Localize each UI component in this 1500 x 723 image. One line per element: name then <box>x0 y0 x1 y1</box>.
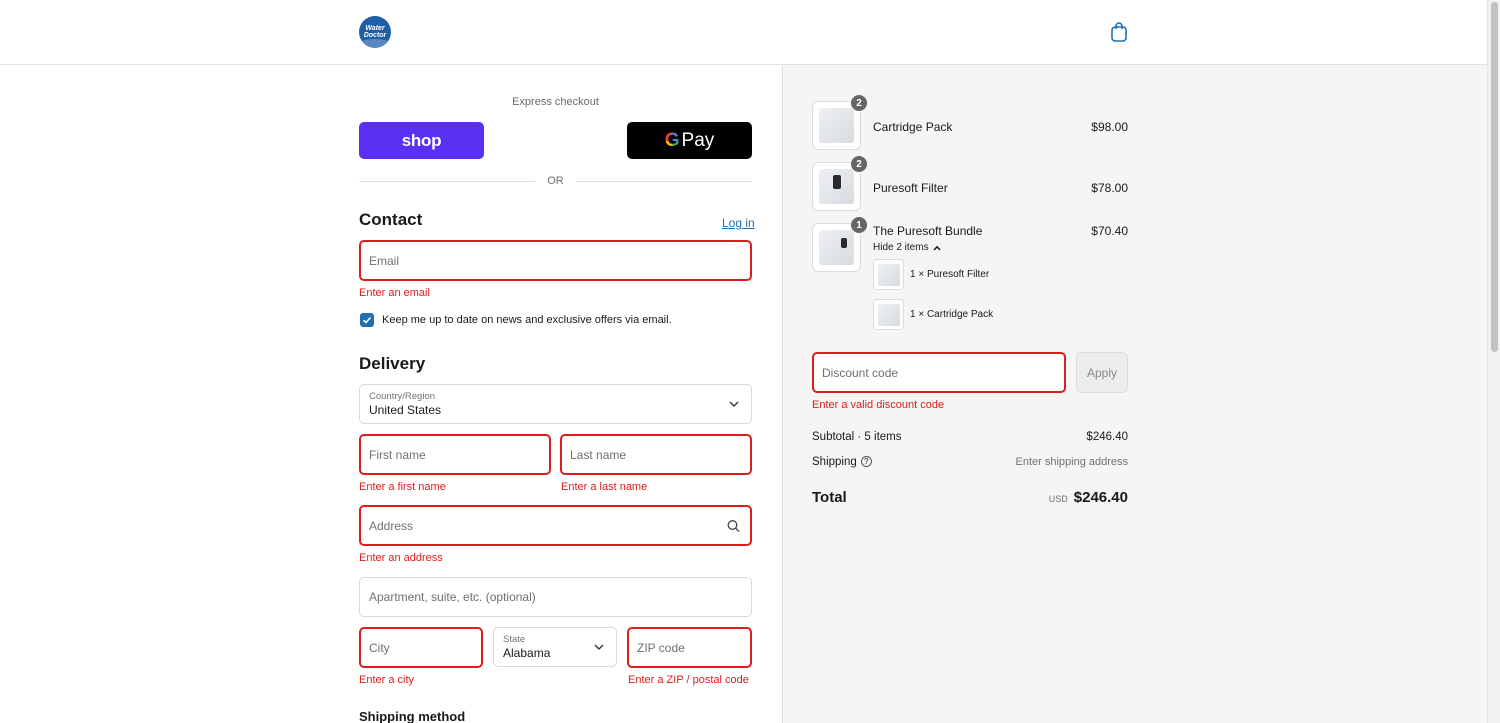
google-g-icon: G <box>664 129 680 151</box>
divider-line-left <box>359 180 536 182</box>
google-pay-button[interactable]: G Pay <box>627 122 752 159</box>
state-label: State <box>503 634 526 645</box>
city-field[interactable]: City <box>359 627 483 668</box>
shopping-bag-icon[interactable] <box>1109 21 1129 43</box>
item-name: The Puresoft Bundle <box>873 224 983 238</box>
state-select[interactable]: State Alabama <box>493 627 617 667</box>
total-amount-wrap: USD $246.40 <box>1049 489 1128 506</box>
discount-error: Enter a valid discount code <box>812 399 945 411</box>
shipping-value: Enter shipping address <box>1015 456 1128 468</box>
first-name-placeholder: First name <box>369 447 426 462</box>
bundle-item-thumbnail <box>873 259 904 290</box>
hide-items-label: Hide 2 items <box>873 242 929 253</box>
delivery-title: Delivery <box>359 354 426 373</box>
item-name: Cartridge Pack <box>873 120 953 134</box>
chevron-up-icon <box>933 245 941 251</box>
state-value: Alabama <box>503 646 551 660</box>
address-error: Enter an address <box>359 552 443 564</box>
chevron-down-icon <box>729 401 739 407</box>
help-circle-icon[interactable]: ? <box>860 456 872 468</box>
chevron-down-icon <box>594 644 604 650</box>
bundle-item-label: 1 × Puresoft Filter <box>910 269 990 280</box>
logo-wave <box>359 39 391 48</box>
country-value: United States <box>369 403 442 417</box>
item-price: $98.00 <box>1091 120 1128 134</box>
apply-discount-button[interactable]: Apply <box>1076 352 1128 393</box>
item-price: $78.00 <box>1091 181 1128 195</box>
contact-title: Contact <box>359 210 423 229</box>
country-select[interactable]: Country/Region United States <box>359 384 752 424</box>
or-label: OR <box>547 175 564 187</box>
first-name-error: Enter a first name <box>359 481 446 493</box>
subtotal-row: Subtotal · 5 items $246.40 <box>812 431 1128 443</box>
shipping-method-title: Shipping method <box>359 709 466 723</box>
shipping-label: Shipping <box>812 456 857 468</box>
shop-pay-button[interactable]: shop <box>359 122 484 159</box>
zip-field[interactable]: ZIP code <box>627 627 752 668</box>
zip-placeholder: ZIP code <box>637 640 685 655</box>
bundle-item-label: 1 × Cartridge Pack <box>910 309 994 320</box>
subtotal-value: $246.40 <box>1086 431 1128 443</box>
email-error: Enter an email <box>359 287 430 299</box>
logo-text-water: Water <box>365 25 385 32</box>
product-image <box>878 304 900 326</box>
search-icon <box>727 519 740 532</box>
filter-unit-shape <box>841 238 847 248</box>
shipping-label-wrap: Shipping? <box>812 456 872 468</box>
quantity-badge: 2 <box>850 94 868 112</box>
address-field[interactable]: Address <box>359 505 752 546</box>
scrollbar-thumb[interactable] <box>1491 2 1498 352</box>
email-field[interactable]: Email <box>359 240 752 281</box>
last-name-field[interactable]: Last name <box>560 434 752 475</box>
apartment-placeholder: Apartment, suite, etc. (optional) <box>369 590 536 604</box>
discount-code-field[interactable]: Discount code <box>812 352 1066 393</box>
last-name-placeholder: Last name <box>570 447 627 462</box>
google-pay-label: Pay <box>681 129 715 151</box>
total-row: Total USD $246.40 <box>812 489 1128 506</box>
logo-text-doctor: Doctor <box>363 32 387 39</box>
currency-code: USD <box>1048 494 1068 504</box>
address-placeholder: Address <box>369 518 414 533</box>
login-link[interactable]: Log in <box>722 216 755 230</box>
store-logo[interactable]: Water Doctor <box>359 16 391 48</box>
city-placeholder: City <box>369 640 390 655</box>
email-placeholder: Email <box>369 253 400 268</box>
newsletter-label: Keep me up to date on news and exclusive… <box>382 314 672 326</box>
first-name-field[interactable]: First name <box>359 434 551 475</box>
quantity-badge: 2 <box>850 155 868 173</box>
hide-bundle-items-toggle[interactable]: Hide 2 items <box>873 242 941 253</box>
shipping-row: Shipping? Enter shipping address <box>812 456 1128 468</box>
newsletter-checkbox[interactable] <box>360 313 374 327</box>
divider-line-right <box>575 180 752 182</box>
order-summary-column <box>782 65 1487 723</box>
item-price: $70.40 <box>1091 224 1128 238</box>
apartment-field[interactable]: Apartment, suite, etc. (optional) <box>359 577 752 617</box>
subtotal-label: Subtotal · 5 items <box>812 431 902 443</box>
filter-unit-shape <box>833 175 841 189</box>
last-name-error: Enter a last name <box>561 481 648 493</box>
product-image <box>819 230 854 265</box>
express-checkout-label: Express checkout <box>512 96 599 108</box>
zip-error: Enter a ZIP / postal code <box>628 674 749 686</box>
city-error: Enter a city <box>359 674 415 686</box>
header: Water Doctor <box>0 0 1487 65</box>
page-scrollbar[interactable] <box>1487 0 1500 723</box>
total-value: $246.40 <box>1073 489 1128 506</box>
discount-placeholder: Discount code <box>822 365 899 380</box>
item-name: Puresoft Filter <box>873 181 948 195</box>
checkmark-icon <box>362 316 372 324</box>
product-image <box>819 108 854 143</box>
total-label: Total <box>812 489 847 506</box>
or-divider: OR <box>359 174 752 188</box>
shop-pay-label: shop <box>401 130 442 150</box>
product-image <box>878 264 900 286</box>
country-label: Country/Region <box>369 391 436 402</box>
bundle-item-thumbnail <box>873 299 904 330</box>
quantity-badge: 1 <box>850 216 868 234</box>
